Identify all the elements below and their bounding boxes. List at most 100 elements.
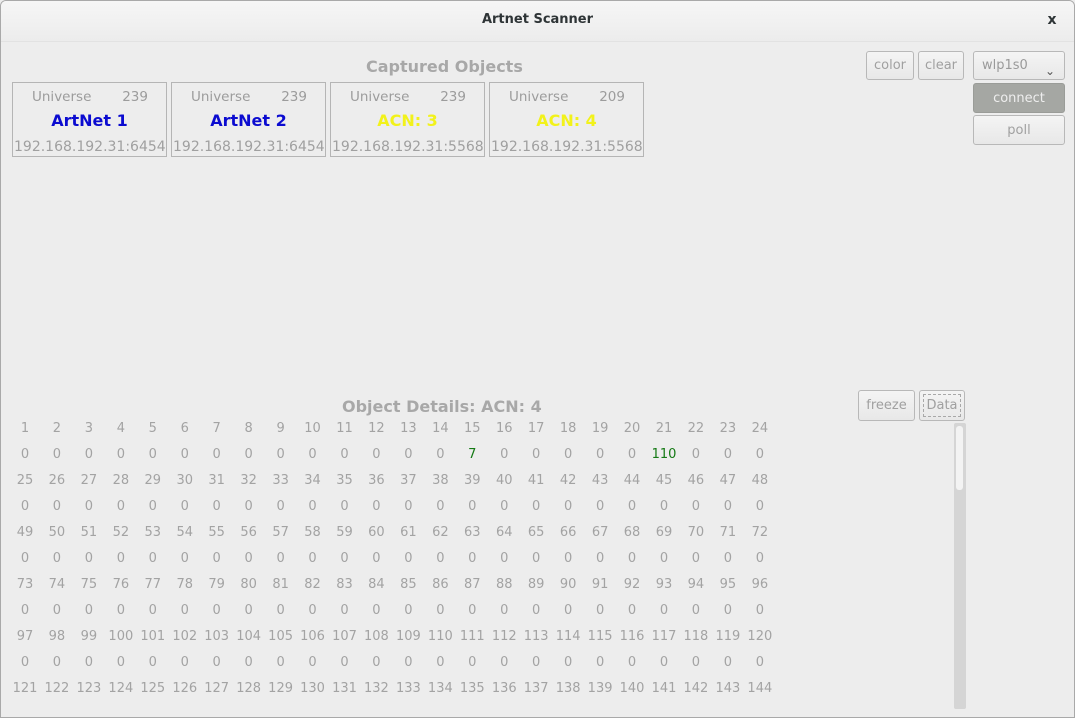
channel-number: 22 [687, 421, 705, 436]
object-address: 192.168.192.31:6454 [14, 139, 166, 155]
channel-number: 98 [48, 629, 66, 644]
channel-number: 101 [140, 629, 166, 644]
channel-value: 0 [500, 551, 509, 566]
close-icon[interactable]: x [1044, 11, 1060, 29]
channel-number: 15 [464, 421, 481, 436]
channel-number: 113 [523, 629, 549, 644]
channel-value: 0 [755, 447, 764, 462]
data-button[interactable]: Data [919, 390, 965, 421]
channel-number: 110 [427, 629, 453, 644]
channel-number: 111 [459, 629, 485, 644]
channel-number: 135 [459, 681, 485, 696]
channel-value: 0 [691, 499, 701, 514]
object-name: ACN: 3 [377, 111, 438, 130]
channel-number: 124 [108, 681, 134, 696]
captured-object-card[interactable]: Universe 239 ACN: 3 192.168.192.31:5568 [330, 82, 485, 157]
channel-value: 0 [308, 655, 317, 670]
channel-number: 127 [204, 681, 230, 696]
captured-object-card[interactable]: Universe 209 ACN: 4 192.168.192.31:5568 [489, 82, 644, 157]
channel-value: 0 [180, 447, 189, 462]
channel-value: 0 [276, 655, 285, 670]
channel-number: 78 [176, 577, 194, 592]
captured-object-card[interactable]: Universe 239 ArtNet 2 192.168.192.31:6454 [171, 82, 326, 157]
channel-number: 14 [432, 421, 449, 436]
channel-number: 72 [751, 525, 769, 540]
object-address: 192.168.192.31:5568 [491, 139, 643, 155]
channel-number: 26 [48, 473, 66, 488]
channel-value: 0 [148, 499, 157, 514]
channel-number: 31 [208, 473, 225, 488]
scrollbar-thumb[interactable] [956, 426, 963, 490]
channel-value: 0 [116, 603, 125, 618]
channel-number: 49 [16, 525, 34, 540]
channel-value: 0 [244, 603, 253, 618]
channel-number: 69 [655, 525, 673, 540]
channel-number: 46 [687, 473, 705, 488]
channel-value: 0 [436, 447, 445, 462]
freeze-button[interactable]: freeze [858, 390, 915, 421]
channel-number: 122 [44, 681, 70, 696]
channel-number: 2 [52, 421, 62, 436]
channel-value: 7 [468, 447, 477, 462]
channel-number: 30 [176, 473, 194, 488]
poll-button[interactable]: poll [973, 115, 1065, 145]
title-bar: Artnet Scanner x [1, 1, 1074, 42]
channel-value: 0 [500, 655, 509, 670]
object-details-title: Object Details: ACN: 4 [342, 397, 542, 416]
universe-value: 239 [281, 89, 307, 105]
channel-value: 0 [723, 447, 733, 462]
channel-value: 0 [627, 447, 637, 462]
channel-number: 59 [336, 525, 353, 540]
channel-value: 0 [755, 551, 764, 566]
channel-number: 131 [332, 681, 357, 696]
window-title: Artnet Scanner [481, 12, 594, 27]
channel-value: 0 [372, 447, 381, 462]
channel-number: 97 [16, 629, 34, 644]
connect-button[interactable]: connect [973, 83, 1065, 113]
channel-number: 20 [623, 421, 641, 436]
clear-button[interactable]: clear [918, 51, 964, 80]
channel-number: 139 [587, 681, 613, 696]
universe-value: 239 [122, 89, 148, 105]
captured-object-card[interactable]: Universe 239 ArtNet 1 192.168.192.31:6454 [12, 82, 167, 157]
channel-number: 85 [400, 577, 417, 592]
channel-number: 79 [208, 577, 225, 592]
channel-number: 74 [48, 577, 66, 592]
channel-number: 17 [527, 421, 545, 436]
channel-number: 45 [655, 473, 673, 488]
channel-number: 129 [268, 681, 293, 696]
channel-number: 140 [619, 681, 645, 696]
channel-value: 0 [308, 447, 317, 462]
channel-value: 0 [308, 551, 317, 566]
color-button[interactable]: color [866, 51, 914, 80]
channel-number: 23 [719, 421, 737, 436]
channel-number: 144 [747, 681, 773, 696]
object-name: ACN: 4 [536, 111, 597, 130]
channel-value: 0 [276, 499, 285, 514]
channel-number: 53 [144, 525, 162, 540]
channel-number: 1 [20, 421, 30, 436]
channel-value: 0 [404, 447, 413, 462]
channel-grid-scrollbar[interactable] [954, 423, 966, 709]
channel-value: 0 [436, 551, 445, 566]
object-address: 192.168.192.31:5568 [332, 139, 484, 155]
channel-number: 143 [715, 681, 741, 696]
channel-number: 94 [687, 577, 705, 592]
channel-value: 0 [212, 655, 221, 670]
interface-select[interactable]: wlp1s0 ⌄ [973, 51, 1065, 80]
channel-number: 39 [464, 473, 481, 488]
channel-value: 0 [372, 603, 381, 618]
channel-value: 0 [595, 655, 605, 670]
channel-value: 0 [116, 499, 125, 514]
channel-value: 0 [20, 499, 30, 514]
channel-value: 0 [532, 499, 541, 514]
channel-value: 0 [468, 551, 477, 566]
channel-value: 0 [340, 603, 349, 618]
app-window: Artnet Scanner x Captured Objects Univer… [0, 0, 1075, 718]
channel-value: 0 [308, 499, 317, 514]
channel-number: 120 [747, 629, 773, 644]
object-name: ArtNet 2 [210, 111, 287, 130]
channel-value: 0 [564, 447, 573, 462]
channel-number: 36 [368, 473, 385, 488]
channel-number: 77 [144, 577, 162, 592]
